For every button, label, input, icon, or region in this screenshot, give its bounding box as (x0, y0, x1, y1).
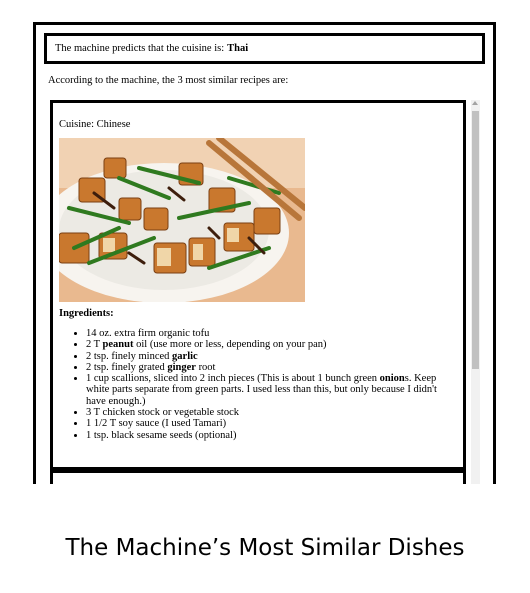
slide-caption: The Machine’s Most Similar Dishes (65, 535, 465, 561)
next-recipe-card (50, 473, 466, 484)
scrollbar-thumb[interactable] (472, 111, 479, 369)
scroll-up-arrow-icon[interactable] (472, 101, 478, 105)
ingredient-item: 1 tsp. black sesame seeds (optional) (86, 430, 457, 441)
recipe-cuisine: Cuisine: Chinese (59, 119, 131, 130)
recipe-card: Cuisine: Chinese Ingredients: • 14 oz. e… (50, 100, 466, 473)
ingredients-list: 14 oz. extra firm organic tofu 2 T peanu… (59, 328, 457, 441)
prediction-text: The machine predicts that the cuisine is… (55, 43, 225, 54)
prediction-box: The machine predicts that the cuisine is… (44, 33, 485, 64)
ingredient-item: 14 oz. extra firm organic tofu (86, 328, 457, 339)
ingredients-heading: Ingredients: (59, 308, 114, 319)
ingredient-item: 3 T chicken stock or vegetable stock (86, 407, 457, 418)
ingredient-item: 2 tsp. finely minced garlic (86, 351, 457, 362)
ingredient-item: 1 cup scallions, sliced into 2 inch piec… (86, 373, 457, 407)
predicted-cuisine: Thai (227, 43, 249, 54)
recipe-scroll-panel[interactable]: Cuisine: Chinese Ingredients: • 14 oz. e… (50, 100, 480, 484)
ingredient-item: 1 1/2 T soy sauce (I used Tamari) (86, 418, 457, 429)
dish-image (59, 138, 305, 302)
similar-recipes-text: According to the machine, the 3 most sim… (48, 75, 289, 86)
ingredient-item: 2 tsp. finely grated ginger root (86, 362, 457, 373)
app-frame: The machine predicts that the cuisine is… (33, 22, 496, 484)
ingredient-item: 2 T peanut oil (use more or less, depend… (86, 339, 457, 350)
vertical-scrollbar[interactable] (471, 100, 480, 484)
